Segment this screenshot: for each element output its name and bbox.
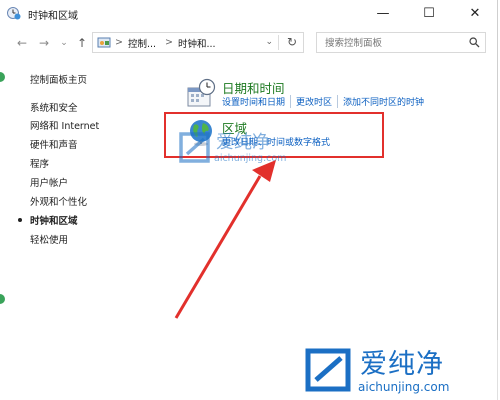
refresh-icon[interactable]: ↻ (287, 35, 297, 49)
watermark-large: 爱纯净 aichunjing.com (298, 340, 498, 400)
search-input[interactable] (323, 35, 467, 52)
breadcrumb-clock-region[interactable]: 时钟和... (178, 36, 216, 50)
category-links: 设置时间和日期 更改时区 添加不同时区的时钟 (222, 95, 429, 108)
title-bar[interactable]: 时钟和区域 — ☐ ✕ (0, 0, 497, 26)
category-date-time: 日期和时间 设置时间和日期 更改时区 添加不同时区的时钟 (186, 78, 486, 112)
breadcrumb-separator: > (165, 37, 173, 48)
watermark-logo-icon (305, 348, 351, 392)
sidebar-item-system-security[interactable]: 系统和安全 (30, 100, 78, 114)
address-toolbar: ← → ⌄ ↑ > 控制... > 时钟和... ⌄ ↻ (0, 30, 497, 56)
watermark-small: 爱纯净 aichunjing.com (178, 128, 308, 172)
watermark-url: aichunjing.com (214, 153, 287, 164)
address-field[interactable]: > 控制... > 时钟和... ⌄ ↻ (92, 32, 304, 53)
sidebar-item-network[interactable]: 网络和 Internet (30, 118, 99, 132)
address-dropdown-icon[interactable]: ⌄ (265, 37, 273, 47)
sidebar-item-programs[interactable]: 程序 (30, 156, 49, 170)
edge-mark (0, 72, 5, 82)
clock-region-icon (7, 7, 21, 20)
edge-mark (0, 294, 5, 304)
search-field[interactable] (316, 32, 486, 53)
sidebar-item-user-accounts[interactable]: 用户帐户 (30, 175, 68, 189)
up-button[interactable]: ↑ (74, 35, 90, 51)
sidebar-item-ease-of-access[interactable]: 轻松使用 (30, 232, 68, 246)
sidebar-item-hardware-sound[interactable]: 硬件和声音 (30, 137, 78, 151)
breadcrumb-separator: > (115, 37, 123, 48)
link-change-time-zone[interactable]: 更改时区 (290, 95, 337, 108)
link-add-clocks[interactable]: 添加不同时区的时钟 (337, 95, 429, 108)
address-divider (278, 35, 279, 50)
minimize-button[interactable]: — (360, 0, 406, 26)
search-icon[interactable] (469, 37, 480, 48)
watermark-url: aichunjing.com (358, 380, 450, 394)
calendar-clock-icon[interactable] (186, 78, 216, 108)
maximize-button[interactable]: ☐ (406, 0, 452, 26)
close-button[interactable]: ✕ (452, 0, 498, 26)
sidebar-item-clock-region[interactable]: 时钟和区域 (30, 213, 78, 227)
recent-locations-button[interactable]: ⌄ (56, 35, 72, 51)
window-title: 时钟和区域 (28, 11, 78, 22)
active-bullet (18, 218, 22, 222)
control-panel-icon (97, 37, 111, 47)
forward-button[interactable]: → (36, 35, 52, 51)
watermark-brand: 爱纯净 (216, 132, 270, 153)
back-button[interactable]: ← (14, 35, 30, 51)
watermark-logo-icon (179, 132, 210, 163)
control-panel-window: 时钟和区域 — ☐ ✕ ← → ⌄ ↑ > 控制... > 时钟和... ⌄ ↻ (0, 0, 498, 400)
link-set-time-date[interactable]: 设置时间和日期 (222, 95, 290, 108)
breadcrumb-control-panel[interactable]: 控制... (128, 36, 156, 50)
watermark-brand: 爱纯净 (360, 349, 444, 380)
sidebar-item-home[interactable]: 控制面板主页 (30, 72, 87, 86)
sidebar-item-appearance[interactable]: 外观和个性化 (30, 194, 87, 208)
